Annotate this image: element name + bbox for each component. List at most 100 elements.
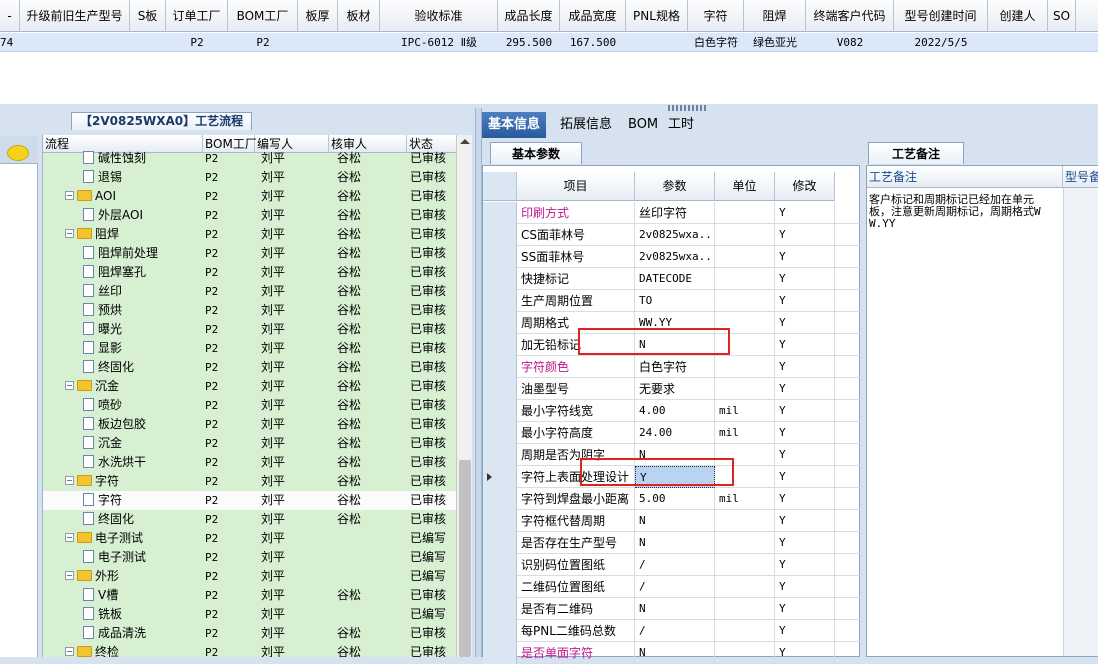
top-col-header[interactable]: 字符: [688, 0, 744, 32]
process-row[interactable]: 水洗烘干 P2 刘平 谷松 已审核: [43, 453, 456, 472]
collapse-toggle-icon[interactable]: −: [65, 191, 74, 200]
process-row[interactable]: V槽 P2 刘平 谷松 已审核: [43, 586, 456, 605]
splitter-grip[interactable]: [668, 105, 708, 111]
param-value[interactable]: /: [635, 554, 715, 576]
param-value[interactable]: 5.00: [635, 488, 715, 510]
param-row[interactable]: 快捷标记 DATECODE Y: [483, 268, 861, 290]
param-value[interactable]: TO: [635, 290, 715, 312]
vertical-splitter[interactable]: [475, 108, 482, 657]
process-note-text[interactable]: 客户标记和周期标记已经加在单元板，注意更新周期标记，周期格式WW.YY: [869, 194, 1041, 230]
param-modify[interactable]: Y: [775, 598, 835, 620]
param-value[interactable]: 丝印字符: [635, 202, 715, 224]
tab-bom[interactable]: BOM: [622, 112, 664, 138]
param-row[interactable]: CS面菲林号 2v0825wxa... Y: [483, 224, 861, 246]
param-modify[interactable]: Y: [775, 246, 835, 268]
tab-ext[interactable]: 拓展信息: [554, 112, 618, 138]
param-modify[interactable]: Y: [775, 620, 835, 642]
param-row[interactable]: 最小字符高度 24.00 mil Y: [483, 422, 861, 444]
scroll-up-icon[interactable]: [460, 139, 470, 144]
process-row[interactable]: 预烘 P2 刘平 谷松 已审核: [43, 301, 456, 320]
param-row[interactable]: 生产周期位置 TO Y: [483, 290, 861, 312]
top-col-header[interactable]: S板: [130, 0, 166, 32]
param-modify[interactable]: Y: [775, 202, 835, 224]
top-col-header[interactable]: 升级前旧生产型号: [20, 0, 130, 32]
process-row[interactable]: − 阻焊 P2 刘平 谷松 已审核: [43, 225, 456, 244]
process-row[interactable]: 字符 P2 刘平 谷松 已审核: [43, 491, 456, 510]
param-col-header[interactable]: 修改: [775, 172, 835, 201]
collapse-toggle-icon[interactable]: −: [65, 476, 74, 485]
param-modify[interactable]: Y: [775, 532, 835, 554]
param-value[interactable]: 24.00: [635, 422, 715, 444]
param-row[interactable]: 印刷方式 丝印字符 Y: [483, 202, 861, 224]
param-value[interactable]: N: [635, 510, 715, 532]
tab-hours[interactable]: 工时: [662, 112, 700, 138]
param-row[interactable]: 最小字符线宽 4.00 mil Y: [483, 400, 861, 422]
process-row[interactable]: − 沉金 P2 刘平 谷松 已审核: [43, 377, 456, 396]
top-col-header[interactable]: 阻焊: [744, 0, 806, 32]
param-row[interactable]: 是否存在生产型号 N Y: [483, 532, 861, 554]
process-row[interactable]: − 外形 P2 刘平 已编写: [43, 567, 456, 586]
param-modify[interactable]: Y: [775, 312, 835, 334]
model-grid-row[interactable]: 74 P2 P2 IPC-6012 Ⅱ级 295.500 167.500 白色字符 绿色亚光 V…: [0, 33, 1098, 52]
param-value[interactable]: /: [635, 576, 715, 598]
process-row[interactable]: − AOI P2 刘平 谷松 已审核: [43, 187, 456, 206]
collapse-toggle-icon[interactable]: −: [65, 647, 74, 656]
param-value[interactable]: 4.00: [635, 400, 715, 422]
top-col-header[interactable]: 成品宽度: [560, 0, 626, 32]
top-col-header[interactable]: 终端客户代码: [806, 0, 894, 32]
param-row[interactable]: 是否有二维码 N Y: [483, 598, 861, 620]
param-modify[interactable]: Y: [775, 576, 835, 598]
process-row[interactable]: − 字符 P2 刘平 谷松 已审核: [43, 472, 456, 491]
process-row[interactable]: − 电子测试 P2 刘平 已编写: [43, 529, 456, 548]
param-modify[interactable]: Y: [775, 378, 835, 400]
process-row[interactable]: 终固化 P2 刘平 谷松 已审核: [43, 358, 456, 377]
tab-process-notes[interactable]: 工艺备注: [868, 142, 964, 164]
param-row[interactable]: 油墨型号 无要求 Y: [483, 378, 861, 400]
scroll-thumb[interactable]: [459, 460, 471, 657]
top-col-header[interactable]: 创建人: [988, 0, 1048, 32]
param-value[interactable]: 无要求: [635, 378, 715, 400]
top-col-header[interactable]: 型号创建时间: [894, 0, 988, 32]
collapse-toggle-icon[interactable]: −: [65, 571, 74, 580]
tab-basic[interactable]: 基本信息: [482, 112, 547, 138]
top-col-header[interactable]: -: [0, 0, 20, 32]
param-value[interactable]: N: [635, 532, 715, 554]
param-col-header[interactable]: 单位: [715, 172, 775, 201]
top-col-header[interactable]: 订单工厂: [166, 0, 228, 32]
subtab-base-params[interactable]: 基本参数: [490, 142, 582, 164]
process-row[interactable]: 阻焊塞孔 P2 刘平 谷松 已审核: [43, 263, 456, 282]
process-row[interactable]: 曝光 P2 刘平 谷松 已审核: [43, 320, 456, 339]
param-value[interactable]: 白色字符: [635, 356, 715, 378]
process-row[interactable]: 沉金 P2 刘平 谷松 已审核: [43, 434, 456, 453]
param-value[interactable]: DATECODE: [635, 268, 715, 290]
param-modify[interactable]: Y: [775, 334, 835, 356]
process-row[interactable]: 退锡 P2 刘平 谷松 已审核: [43, 168, 456, 187]
param-modify[interactable]: Y: [775, 510, 835, 532]
param-row[interactable]: 每PNL二维码总数 / Y: [483, 620, 861, 642]
param-row[interactable]: SS面菲林号 2v0825wxa... Y: [483, 246, 861, 268]
collapse-toggle-icon[interactable]: −: [65, 229, 74, 238]
chat-bubble-icon[interactable]: [7, 145, 29, 161]
process-row[interactable]: 终固化 P2 刘平 谷松 已审核: [43, 510, 456, 529]
param-modify[interactable]: Y: [775, 268, 835, 290]
param-row[interactable]: 字符到焊盘最小距离 5.00 mil Y: [483, 488, 861, 510]
param-value[interactable]: N: [635, 642, 715, 664]
param-modify[interactable]: Y: [775, 422, 835, 444]
param-value[interactable]: 2v0825wxa...: [635, 246, 715, 268]
param-value[interactable]: N: [635, 598, 715, 620]
process-row[interactable]: 铣板 P2 刘平 已编写: [43, 605, 456, 624]
param-modify[interactable]: Y: [775, 224, 835, 246]
top-col-header[interactable]: BOM工厂: [228, 0, 298, 32]
process-row[interactable]: 阻焊前处理 P2 刘平 谷松 已审核: [43, 244, 456, 263]
param-row[interactable]: 二维码位置图纸 / Y: [483, 576, 861, 598]
param-value[interactable]: /: [635, 620, 715, 642]
param-modify[interactable]: Y: [775, 466, 835, 488]
process-row[interactable]: 显影 P2 刘平 谷松 已审核: [43, 339, 456, 358]
top-col-header[interactable]: 验收标准: [380, 0, 498, 32]
process-row[interactable]: 丝印 P2 刘平 谷松 已审核: [43, 282, 456, 301]
collapse-toggle-icon[interactable]: −: [65, 533, 74, 542]
param-modify[interactable]: Y: [775, 290, 835, 312]
param-modify[interactable]: Y: [775, 554, 835, 576]
process-tree-scrollbar[interactable]: [456, 135, 472, 657]
process-row[interactable]: − 终检 P2 刘平 谷松 已审核: [43, 643, 456, 657]
